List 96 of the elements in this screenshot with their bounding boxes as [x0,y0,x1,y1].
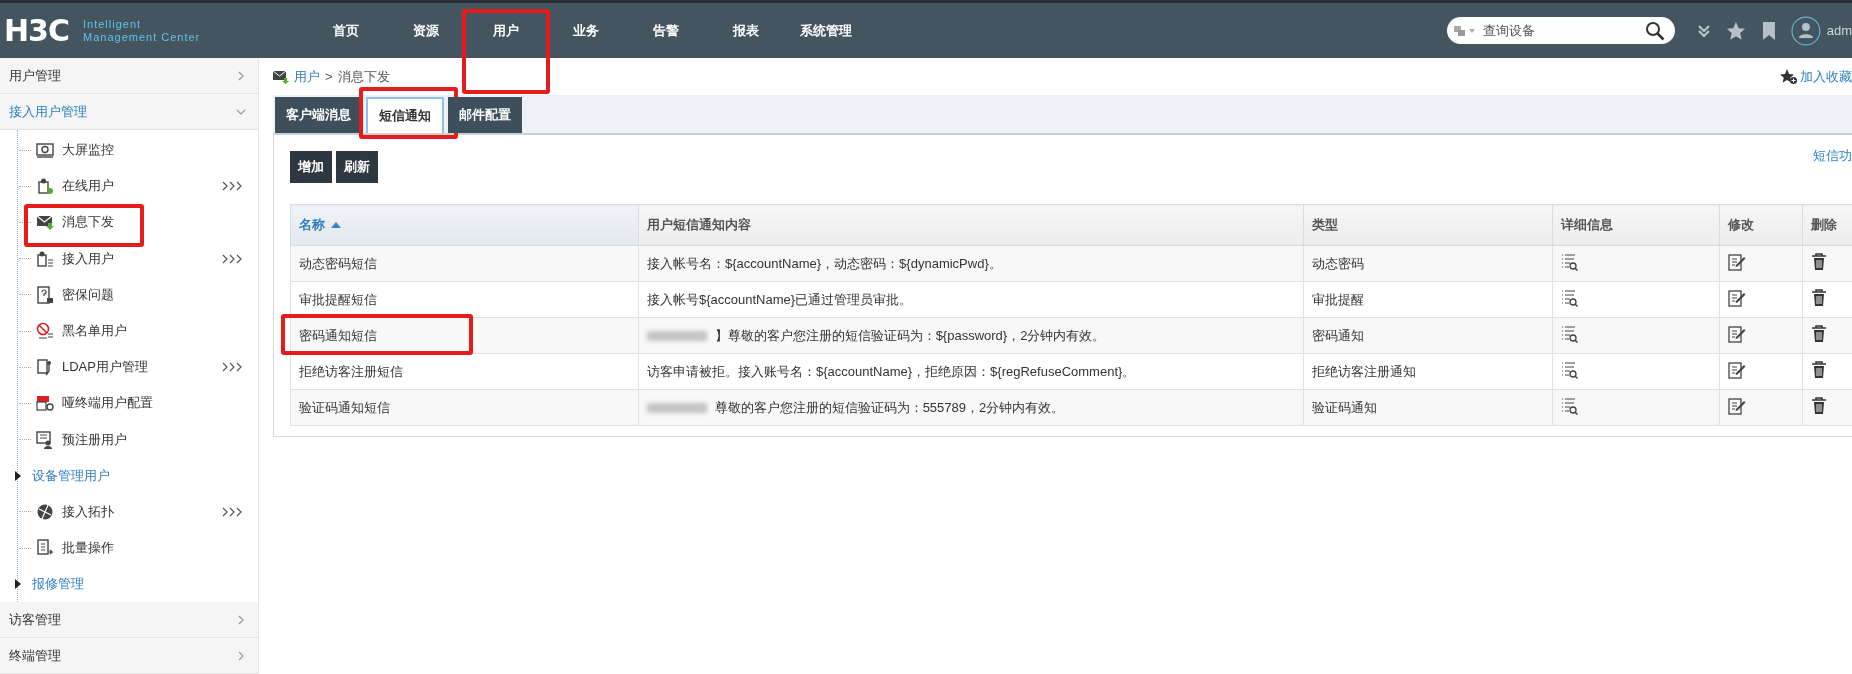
sidebar-item[interactable]: 接入拓扑 [36,502,114,521]
search-icon[interactable] [1645,20,1665,41]
trash-icon[interactable] [1811,361,1827,379]
sidebar-item[interactable]: 消息下发 [36,213,114,232]
message-text: 尊敬的客户您注册的短信验证码为：555789，2分钟内有效。 [714,399,1065,415]
breadcrumb-current: 消息下发 [337,67,390,86]
message-text: 接入帐号名：${accountName}，动态密码：${dynamicPwd}。 [647,255,1002,271]
sms-link[interactable]: 短信功 [1813,147,1852,165]
list-search-icon[interactable] [1561,253,1579,271]
table-cell: 审批提醒 [1303,281,1553,318]
device-dropdown-icon[interactable] [1453,23,1477,38]
triple-chevron-icon[interactable] [222,362,244,373]
edit-icon[interactable] [1728,397,1746,415]
edit-icon[interactable] [1728,325,1746,343]
sidebar-item[interactable]: 在线用户 [36,177,114,196]
ban-user-icon [36,322,54,341]
trash-icon[interactable] [1811,397,1827,415]
avatar-icon[interactable] [1790,15,1821,46]
table-cell: 动态密码短信 [290,245,639,282]
sidebar-group[interactable]: 用户管理 [0,58,258,94]
table-cell: 验证码通知短信 [290,389,639,426]
sidebar-item[interactable]: 密保问题 [36,285,114,304]
sidebar-item[interactable]: 大屏监控 [36,141,114,160]
trash-icon[interactable] [1811,325,1827,343]
document-icon [36,539,54,558]
breadcrumb-link[interactable]: 用户 [294,67,320,86]
user-status-icon [36,177,54,196]
sidebar-subgroup[interactable]: 设备管理用户 [32,466,110,485]
table-cell: 密码通知 [1303,317,1553,354]
sidebar-group[interactable]: 接入用户管理 [0,94,258,130]
sidebar-group[interactable]: 访客管理 [0,602,258,639]
nav-item[interactable]: 告警 [653,21,679,40]
triple-chevron-icon[interactable] [222,506,244,517]
nav-item[interactable]: 首页 [333,21,359,40]
monitor-icon [36,141,54,160]
edit-icon[interactable] [1728,361,1746,379]
sidebar-item[interactable]: 接入用户 [36,249,114,268]
envelope-icon [273,69,289,84]
user-name[interactable]: adm [1826,23,1852,38]
tab[interactable]: 短信通知 [366,97,444,133]
tab[interactable]: 邮件配置 [448,97,522,133]
message-text: 接入帐号${accountName}已通过管理员审批。 [647,291,913,307]
message-text: 访客申请被拒。接入账号名：${accountName}，拒绝原因：${regRefuseComment}。 [647,363,1136,379]
column-header[interactable]: 详细信息 [1552,204,1720,246]
sidebar-item[interactable]: 哑终端用户配置 [36,394,153,413]
breadcrumb-separator: > [325,69,333,84]
list-search-icon[interactable] [1561,325,1579,343]
column-header[interactable]: 类型 [1303,204,1553,246]
toolbar-button[interactable]: 增加 [290,151,332,183]
column-header[interactable]: 名称 [290,204,639,246]
sidebar-item[interactable]: LDAP用户管理 [36,358,148,377]
sidebar-item[interactable]: 预注册用户 [36,430,127,449]
nav-item[interactable]: 用户 [493,21,519,40]
sidebar-group[interactable]: 终端管理 [0,638,258,674]
column-header[interactable]: 删除 [1802,204,1852,246]
table-cell: 拒绝访客注册通知 [1303,353,1553,390]
sidebar-subgroup[interactable]: 报修管理 [32,575,84,594]
message-text: 】尊敬的客户您注册的短信验证码为：${password}，2分钟内有效。 [714,327,1106,343]
table-cell: 拒绝访客注册短信 [290,353,639,390]
product-name: Intelligent Management Center [83,17,201,44]
column-header[interactable]: 用户短信通知内容 [638,204,1304,246]
user-list-icon [36,249,54,268]
table-cell: 验证码通知 [1303,389,1553,426]
trash-icon[interactable] [1811,289,1827,307]
sort-up-icon [331,222,341,228]
toolbar-button[interactable]: 刷新 [336,151,378,183]
list-search-icon[interactable] [1561,361,1579,379]
search-box[interactable]: 查询设备 [1447,17,1675,44]
trash-icon[interactable] [1811,253,1827,271]
list-search-icon[interactable] [1561,289,1579,307]
double-chevron-icon[interactable] [1697,22,1711,39]
add-favorite-link[interactable]: 加入收藏 [1780,67,1852,86]
column-header[interactable]: 修改 [1719,204,1803,246]
list-search-icon[interactable] [1561,397,1579,415]
nav-item[interactable]: 资源 [413,21,439,40]
nav-item[interactable]: 业务 [573,21,599,40]
bookmark-icon[interactable] [1760,20,1777,41]
envelope-icon [36,213,54,232]
logo: H3C [4,13,69,48]
nav-item[interactable]: 系统管理 [800,21,852,40]
nav-item[interactable]: 报表 [733,21,759,40]
sidebar-item[interactable]: 黑名单用户 [36,322,127,341]
triangle-right-icon[interactable] [14,579,22,590]
triangle-right-icon[interactable] [14,470,22,481]
tab[interactable]: 客户端消息 [275,97,362,133]
table-cell: 审批提醒短信 [290,281,639,318]
star-plus-icon [1780,68,1798,85]
question-lock-icon [36,285,54,304]
triple-chevron-icon[interactable] [222,181,244,192]
triple-chevron-icon[interactable] [222,253,244,264]
edit-icon[interactable] [1728,253,1746,271]
edit-icon[interactable] [1728,289,1746,307]
user-card-icon [36,430,54,449]
table-cell: 动态密码 [1303,245,1553,282]
globe-icon [36,502,54,521]
sidebar-item[interactable]: 批量操作 [36,539,114,558]
